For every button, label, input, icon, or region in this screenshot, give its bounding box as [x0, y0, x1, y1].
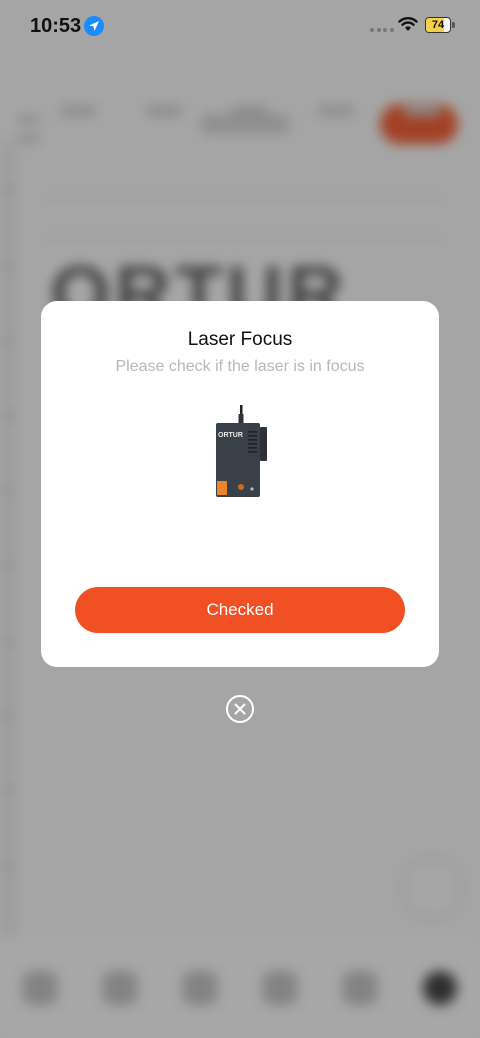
- laser-focus-dialog: Laser Focus Please check if the laser is…: [41, 301, 439, 667]
- status-bar: 10:53 74: [0, 0, 480, 50]
- wifi-icon: [398, 16, 418, 37]
- battery-level: 74: [431, 19, 445, 31]
- dialog-subtitle: Please check if the laser is in focus: [115, 358, 365, 375]
- dialog-title: Laser Focus: [187, 329, 293, 350]
- location-arrow-icon: [84, 16, 104, 36]
- laser-module-image: ORTUR: [216, 405, 267, 497]
- close-icon: [234, 703, 246, 715]
- battery-cap: [452, 22, 455, 28]
- signal-dots-icon: [370, 28, 394, 32]
- laser-image-brand: ORTUR: [218, 432, 243, 439]
- close-dialog-button[interactable]: [226, 695, 254, 723]
- checked-button[interactable]: Checked: [75, 587, 405, 633]
- status-time: 10:53: [30, 15, 82, 37]
